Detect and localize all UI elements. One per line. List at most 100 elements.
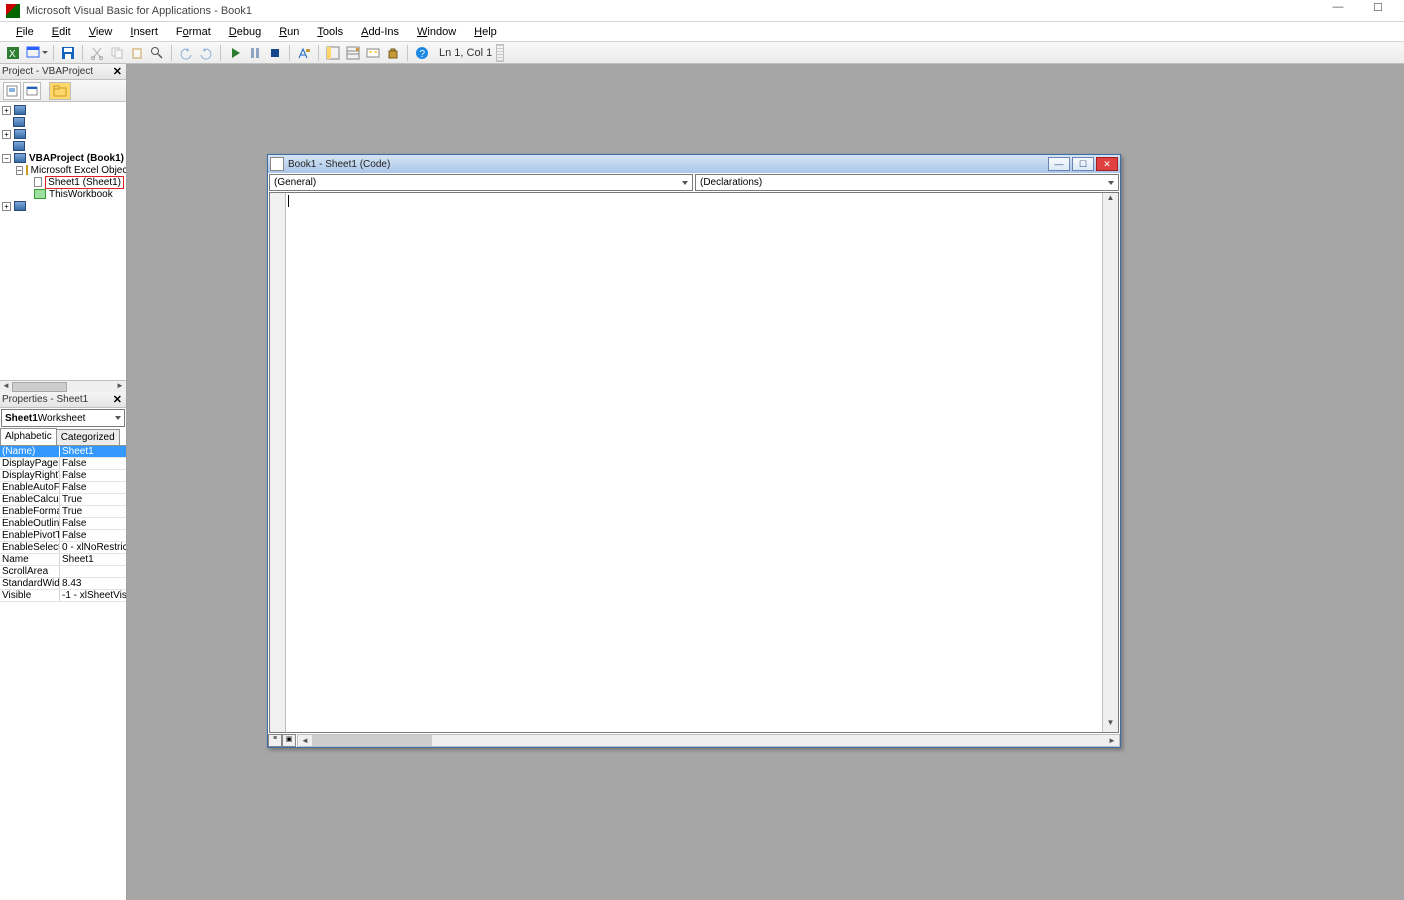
view-object-button[interactable] xyxy=(23,82,41,100)
code-minimize-button[interactable]: — xyxy=(1048,157,1070,171)
property-value[interactable] xyxy=(60,566,126,577)
project-panel-close[interactable]: ✕ xyxy=(111,65,124,78)
procedure-view-button[interactable]: ≡ xyxy=(268,734,282,747)
toolbar-grip[interactable] xyxy=(496,44,504,62)
cut-button[interactable] xyxy=(88,44,106,62)
tab-alphabetic[interactable]: Alphabetic xyxy=(0,428,57,445)
property-row[interactable]: EnableAutoFilterFalse xyxy=(0,482,126,494)
property-row[interactable]: EnablePivotTableFalse xyxy=(0,530,126,542)
horizontal-scrollbar[interactable]: ◄► xyxy=(297,734,1120,747)
procedure-box[interactable]: (Declarations) xyxy=(695,174,1119,191)
property-value[interactable]: False xyxy=(60,482,126,493)
insert-dropdown[interactable] xyxy=(42,45,48,61)
view-excel-button[interactable]: X xyxy=(4,44,22,62)
expand-toggle[interactable]: − xyxy=(2,154,11,163)
standard-toolbar: X ? Ln 1, Col 1 xyxy=(0,42,1404,64)
tree-sheet1[interactable]: Sheet1 (Sheet1) xyxy=(45,176,124,189)
properties-panel-close[interactable]: ✕ xyxy=(111,393,124,406)
svg-text:X: X xyxy=(9,49,16,60)
menu-help[interactable]: Help xyxy=(466,24,505,40)
expand-toggle[interactable]: + xyxy=(2,130,11,139)
save-button[interactable] xyxy=(59,44,77,62)
object-box[interactable]: (General) xyxy=(269,174,693,191)
code-editor[interactable] xyxy=(286,193,1102,732)
chevron-down-icon xyxy=(115,416,121,420)
maximize-button[interactable]: ☐ xyxy=(1358,1,1398,21)
property-value[interactable]: Sheet1 xyxy=(60,554,126,565)
property-row[interactable]: EnableCalculationTrue xyxy=(0,494,126,506)
insert-userform-button[interactable] xyxy=(24,44,42,62)
undo-button[interactable] xyxy=(177,44,195,62)
menu-file[interactable]: File xyxy=(8,24,42,40)
property-row[interactable]: (Name)Sheet1 xyxy=(0,446,126,458)
toggle-folders-button[interactable] xyxy=(49,82,71,100)
property-name: Name xyxy=(0,554,60,565)
expand-toggle[interactable]: − xyxy=(16,166,23,175)
project-explorer-button[interactable] xyxy=(324,44,342,62)
run-button[interactable] xyxy=(226,44,244,62)
menu-insert[interactable]: Insert xyxy=(122,24,166,40)
properties-window-button[interactable] xyxy=(344,44,362,62)
property-value[interactable]: 8.43 xyxy=(60,578,126,589)
property-row[interactable]: StandardWidth8.43 xyxy=(0,578,126,590)
reset-button[interactable] xyxy=(266,44,284,62)
property-row[interactable]: ScrollArea xyxy=(0,566,126,578)
view-code-button[interactable] xyxy=(3,82,21,100)
property-row[interactable]: DisplayPageBreaksFalse xyxy=(0,458,126,470)
minimize-button[interactable]: — xyxy=(1318,1,1358,21)
tree-objects-folder[interactable]: Microsoft Excel Objects xyxy=(31,165,126,176)
help-button[interactable]: ? xyxy=(413,44,431,62)
property-value[interactable]: False xyxy=(60,470,126,481)
code-maximize-button[interactable]: ☐ xyxy=(1072,157,1094,171)
full-module-view-button[interactable]: ▣ xyxy=(282,734,296,747)
property-row[interactable]: EnableSelection0 - xlNoRestrictions xyxy=(0,542,126,554)
menu-edit[interactable]: Edit xyxy=(44,24,79,40)
tree-project-root[interactable]: VBAProject (Book1) xyxy=(29,153,124,164)
expand-toggle[interactable]: + xyxy=(2,106,11,115)
property-row[interactable]: NameSheet1 xyxy=(0,554,126,566)
property-name: EnableOutlining xyxy=(0,518,60,529)
break-button[interactable] xyxy=(246,44,264,62)
properties-grid[interactable]: (Name)Sheet1DisplayPageBreaksFalseDispla… xyxy=(0,446,126,900)
menu-tools[interactable]: Tools xyxy=(309,24,351,40)
menu-run[interactable]: Run xyxy=(271,24,307,40)
property-value[interactable]: False xyxy=(60,518,126,529)
property-value[interactable]: False xyxy=(60,458,126,469)
menu-debug[interactable]: Debug xyxy=(221,24,269,40)
code-window-titlebar[interactable]: Book1 - Sheet1 (Code) — ☐ ✕ xyxy=(268,155,1120,173)
property-value[interactable]: False xyxy=(60,530,126,541)
property-row[interactable]: Visible-1 - xlSheetVisible xyxy=(0,590,126,602)
paste-button[interactable] xyxy=(128,44,146,62)
menu-addins[interactable]: Add-Ins xyxy=(353,24,407,40)
project-tree[interactable]: + + −VBAProject (Book1) −Microsoft Excel… xyxy=(0,102,126,380)
property-row[interactable]: DisplayRightToLeftFalse xyxy=(0,470,126,482)
property-row[interactable]: EnableFormatConditionsCalculationTrue xyxy=(0,506,126,518)
property-value[interactable]: 0 - xlNoRestrictions xyxy=(60,542,126,553)
code-close-button[interactable]: ✕ xyxy=(1096,157,1118,171)
property-value[interactable]: Sheet1 xyxy=(60,446,126,457)
tree-thisworkbook[interactable]: ThisWorkbook xyxy=(49,189,113,200)
properties-tabs: Alphabetic Categorized xyxy=(0,428,126,446)
tab-categorized[interactable]: Categorized xyxy=(56,429,120,445)
chevron-down-icon xyxy=(682,181,688,185)
design-mode-button[interactable] xyxy=(295,44,313,62)
property-value[interactable]: -1 - xlSheetVisible xyxy=(60,590,126,601)
vertical-scrollbar[interactable]: ▲▼ xyxy=(1102,193,1118,732)
toolbox-button[interactable] xyxy=(384,44,402,62)
property-row[interactable]: EnableOutliningFalse xyxy=(0,518,126,530)
object-selector[interactable]: Sheet1 Worksheet xyxy=(1,409,125,427)
property-value[interactable]: True xyxy=(60,494,126,505)
property-value[interactable]: True xyxy=(60,506,126,517)
redo-button[interactable] xyxy=(197,44,215,62)
menu-view[interactable]: View xyxy=(81,24,121,40)
menu-format[interactable]: Format xyxy=(168,24,219,40)
code-window[interactable]: Book1 - Sheet1 (Code) — ☐ ✕ (General) (D… xyxy=(267,154,1121,748)
project-horizontal-scrollbar[interactable]: ◄► xyxy=(0,380,126,392)
margin-indicator-bar[interactable] xyxy=(270,193,286,732)
object-browser-button[interactable] xyxy=(364,44,382,62)
property-name: EnableAutoFilter xyxy=(0,482,60,493)
expand-toggle[interactable]: + xyxy=(2,202,11,211)
find-button[interactable] xyxy=(148,44,166,62)
menu-window[interactable]: Window xyxy=(409,24,464,40)
copy-button[interactable] xyxy=(108,44,126,62)
